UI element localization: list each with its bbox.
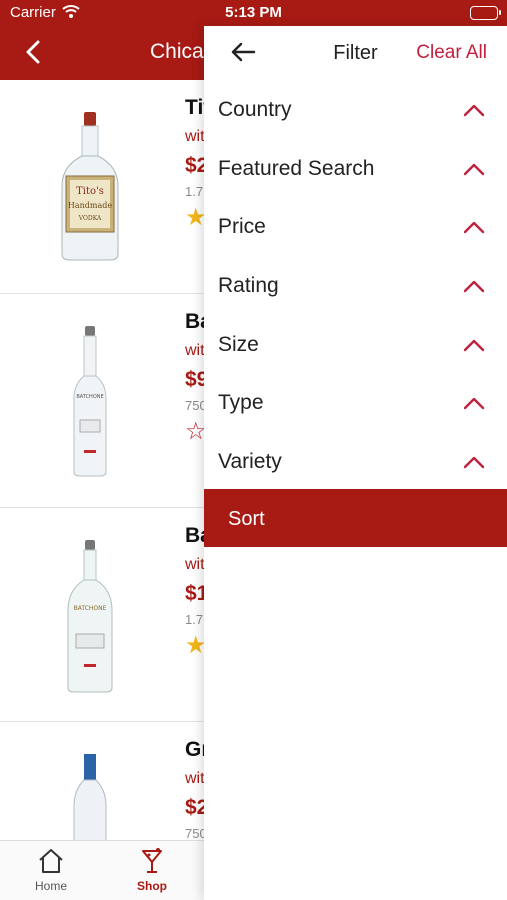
product-image-titos: Tito's Handmade VODKA [61, 112, 119, 261]
filter-row-country[interactable]: Country [204, 81, 507, 140]
nav-shop[interactable]: Shop [112, 847, 192, 893]
product-image-grey-goose [73, 754, 107, 840]
back-chevron-icon[interactable] [22, 38, 46, 66]
product-list: Tito's Handmade VODKA Tito's Handmade Vo… [0, 80, 210, 840]
product-item[interactable]: Tito's Handmade VODKA Tito's Handmade Vo… [0, 80, 210, 294]
status-bar: Carrier 5:13 PM [0, 0, 507, 26]
nav-home-label: Home [34, 879, 67, 893]
cocktail-icon [142, 848, 162, 873]
product-item[interactable]: BATCHONE Batchone Vodka with $9 750 ☆ [0, 294, 210, 508]
chevron-up-icon [463, 163, 485, 175]
filter-option-label: Size [218, 332, 259, 356]
svg-text:Tito's: Tito's [76, 186, 104, 197]
filter-option-label: Country [218, 98, 292, 121]
product-image-batchone-large: BATCHONE [67, 540, 113, 693]
battery-icon [470, 6, 501, 20]
sort-label: Sort [228, 508, 265, 530]
product-image-batchone: BATCHONE [73, 326, 107, 477]
product-size: 1.7 [185, 612, 204, 627]
filter-row-size[interactable]: Size [204, 316, 507, 375]
nav-home[interactable]: Home [11, 847, 91, 893]
svg-text:BATCHONE: BATCHONE [76, 394, 103, 400]
filter-option-label: Type [218, 391, 264, 415]
clear-all-button[interactable]: Clear All [416, 42, 487, 64]
svg-text:BATCHONE: BATCHONE [74, 605, 107, 612]
filter-row-price[interactable]: Price [204, 198, 507, 257]
filter-row-type[interactable]: Type [204, 374, 507, 433]
home-icon [39, 849, 63, 873]
chevron-up-icon [463, 339, 485, 351]
chevron-up-icon [463, 280, 485, 293]
filter-row-variety[interactable]: Variety [204, 433, 507, 492]
filter-header: Filter Clear All [204, 26, 507, 81]
filter-option-label: Featured Search [218, 156, 375, 180]
sort-button[interactable]: Sort [204, 489, 507, 547]
product-item[interactable]: BATCHONE Batchone Vodka with $1 1.7 ★ [0, 508, 210, 722]
product-item[interactable]: Grey Goose with $2 750 [0, 722, 210, 840]
filter-option-label: Rating [218, 274, 279, 298]
filter-option-label: Price [218, 215, 266, 239]
filter-panel: Filter Clear All Country Featured Search… [204, 26, 507, 900]
filter-row-featured-search[interactable]: Featured Search [204, 140, 507, 199]
chevron-up-icon [463, 104, 485, 117]
chevron-up-icon [463, 398, 485, 410]
bottom-nav: Home Shop [0, 840, 210, 900]
chevron-up-icon [463, 222, 485, 234]
svg-text:VODKA: VODKA [78, 215, 102, 222]
filter-row-rating[interactable]: Rating [204, 257, 507, 316]
product-size: 1.7 [185, 184, 204, 199]
chevron-up-icon [463, 456, 485, 469]
svg-text:Handmade: Handmade [68, 201, 112, 210]
nav-shop-label: Shop [137, 879, 167, 893]
status-time: 5:13 PM [225, 4, 282, 21]
filter-option-label: Variety [218, 450, 282, 474]
